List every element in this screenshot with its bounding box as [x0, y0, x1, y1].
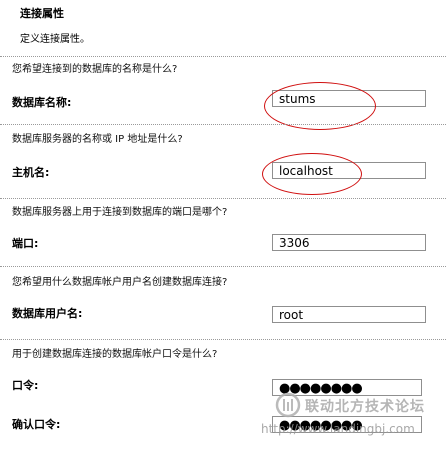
- divider: [0, 339, 446, 340]
- db-name-label: 数据库名称:: [12, 96, 72, 109]
- password-label: 口令:: [12, 379, 39, 392]
- confirm-password-input[interactable]: ●●●●●●●●: [272, 416, 422, 433]
- username-question: 您希望用什么数据库帐户用户名创建数据库连接?: [12, 277, 228, 288]
- divider: [0, 124, 446, 125]
- divider: [0, 198, 446, 199]
- password-input[interactable]: ●●●●●●●●: [272, 379, 422, 396]
- port-question: 数据库服务器上用于连接到数据库的端口是哪个?: [12, 207, 228, 218]
- port-label: 端口:: [12, 237, 39, 250]
- db-name-input[interactable]: stums: [272, 90, 426, 107]
- watermark-text: 联动北方技术论坛: [305, 399, 425, 415]
- divider: [0, 56, 446, 57]
- confirm-password-label: 确认口令:: [12, 418, 61, 431]
- section-description: 定义连接属性。: [20, 34, 90, 45]
- password-question: 用于创建数据库连接的数据库帐户口令是什么?: [12, 349, 218, 360]
- db-name-question: 您希望连接到的数据库的名称是什么?: [12, 64, 178, 75]
- username-input[interactable]: root: [272, 306, 426, 323]
- section-title: 连接属性: [20, 7, 64, 20]
- host-input[interactable]: localhost: [272, 162, 426, 179]
- port-input[interactable]: 3306: [272, 234, 426, 251]
- divider: [0, 266, 446, 267]
- host-question: 数据库服务器的名称或 IP 地址是什么?: [12, 134, 183, 145]
- host-label: 主机名:: [12, 166, 50, 179]
- username-label: 数据库用户名:: [12, 307, 83, 320]
